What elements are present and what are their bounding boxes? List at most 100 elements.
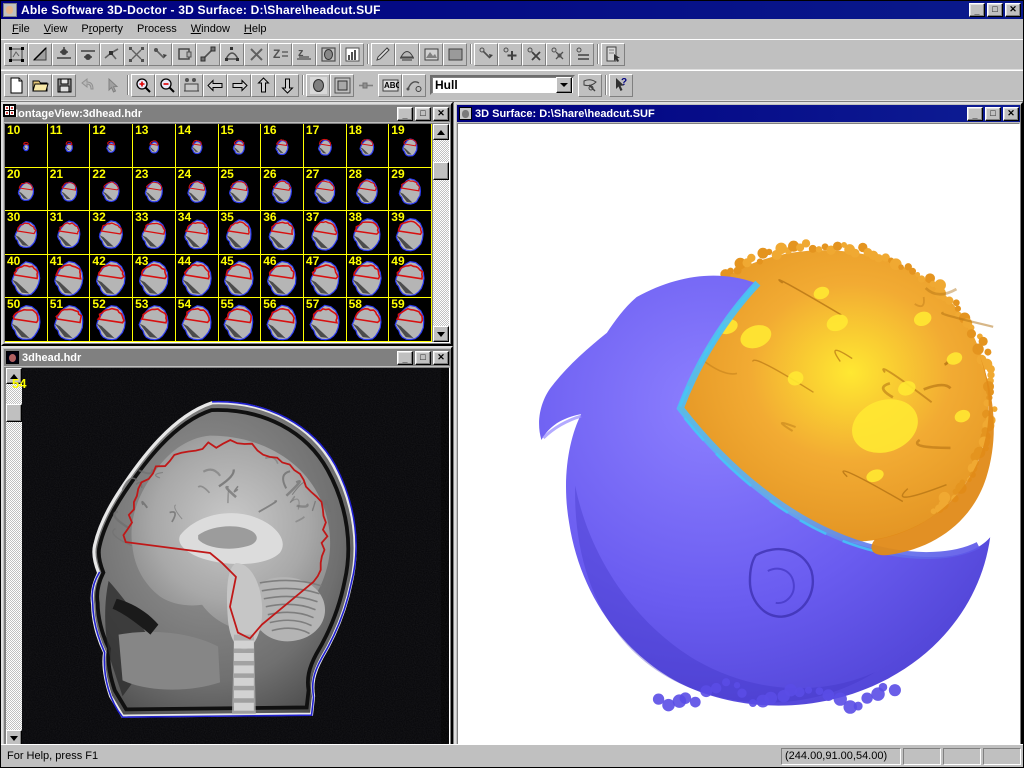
previous-slice-icon[interactable] bbox=[203, 73, 227, 97]
montage-grid[interactable]: 10 11 12 13 14 15 16 17 18 19 20 21 22 23 24 25 26 27 28 29… bbox=[5, 124, 432, 342]
montage-cell[interactable]: 56 bbox=[261, 298, 304, 342]
montage-scroll-up-button[interactable] bbox=[433, 124, 449, 140]
montage-minimize-button[interactable]: _ bbox=[397, 106, 413, 121]
montage-cell[interactable]: 32 bbox=[90, 211, 134, 255]
zoom-out-icon[interactable] bbox=[155, 73, 179, 97]
maximize-button[interactable]: □ bbox=[987, 3, 1003, 17]
montage-cell[interactable]: 25 bbox=[218, 167, 262, 212]
montage-scroll-thumb[interactable] bbox=[433, 162, 449, 180]
slice-scroll-thumb[interactable] bbox=[6, 404, 22, 422]
menu-file[interactable]: File bbox=[5, 21, 37, 37]
montage-canvas[interactable]: 10 11 12 13 14 15 16 17 18 19 20 21 22 23 24 25 26 27 28 29… bbox=[5, 124, 432, 342]
vector-edit-icon[interactable] bbox=[402, 73, 426, 97]
point-move-icon[interactable] bbox=[546, 42, 570, 66]
montage-cell[interactable]: 11 bbox=[47, 124, 91, 168]
z-align-icon[interactable]: z bbox=[292, 42, 316, 66]
montage-cell[interactable]: 53 bbox=[133, 298, 176, 342]
montage-cell[interactable]: 37 bbox=[303, 211, 347, 255]
surface-window-titlebar[interactable]: 3D Surface: D:\Share\headcut.SUF _ □ ✕ bbox=[457, 105, 1020, 122]
slice-down-icon[interactable] bbox=[275, 73, 299, 97]
menu-window[interactable]: Window bbox=[184, 21, 237, 37]
slice-maximize-button[interactable]: □ bbox=[415, 350, 431, 365]
brain-object-icon[interactable] bbox=[306, 73, 330, 97]
montage-cell[interactable]: 58 bbox=[346, 298, 390, 342]
montage-cell[interactable]: 45 bbox=[218, 254, 262, 299]
montage-cell[interactable]: 44 bbox=[175, 254, 219, 299]
menu-help[interactable]: Help bbox=[237, 21, 274, 37]
image-view-icon[interactable] bbox=[419, 42, 443, 66]
montage-scroll-track[interactable] bbox=[433, 140, 449, 326]
montage-cell[interactable]: 40 bbox=[5, 254, 48, 299]
montage-cell[interactable]: 26 bbox=[261, 167, 304, 212]
surface-minimize-button[interactable]: _ bbox=[967, 106, 983, 121]
open-file-icon[interactable] bbox=[28, 73, 52, 97]
montage-cell[interactable]: 16 bbox=[261, 124, 304, 168]
montage-cell[interactable]: 23 bbox=[133, 167, 176, 212]
new-file-icon[interactable] bbox=[4, 73, 28, 97]
montage-cell[interactable]: 46 bbox=[261, 254, 304, 299]
slice-up-icon[interactable] bbox=[251, 73, 275, 97]
montage-cell[interactable]: 18 bbox=[346, 124, 390, 168]
montage-cell[interactable]: 34 bbox=[175, 211, 219, 255]
slice-view-window[interactable]: 3dhead.hdr _ □ ✕ 54 bbox=[1, 346, 453, 744]
remove-point-icon[interactable] bbox=[76, 42, 100, 66]
montage-cell[interactable]: 41 bbox=[47, 254, 91, 299]
surface-render-icon[interactable] bbox=[395, 42, 419, 66]
point-delete-icon[interactable] bbox=[522, 42, 546, 66]
montage-cell[interactable]: 33 bbox=[133, 211, 176, 255]
trace-boundary-icon[interactable] bbox=[148, 42, 172, 66]
histogram-icon[interactable] bbox=[340, 42, 364, 66]
measure-distance-icon[interactable] bbox=[196, 42, 220, 66]
rectangle-roi-icon[interactable] bbox=[172, 42, 196, 66]
zoom-in-icon[interactable] bbox=[131, 73, 155, 97]
z-sort-icon[interactable]: Z bbox=[268, 42, 292, 66]
montage-cell[interactable]: 59 bbox=[389, 298, 432, 342]
object-properties-icon[interactable] bbox=[578, 73, 602, 97]
slice-scroll-down-button[interactable] bbox=[6, 730, 22, 744]
edit-polyline-icon[interactable] bbox=[100, 42, 124, 66]
menu-process[interactable]: Process bbox=[130, 21, 184, 37]
delete-object-icon[interactable] bbox=[244, 42, 268, 66]
montage-cell[interactable]: 49 bbox=[389, 254, 432, 299]
close-button[interactable]: ✕ bbox=[1005, 3, 1021, 17]
undo-icon[interactable] bbox=[76, 73, 100, 97]
montage-cell[interactable]: 10 bbox=[5, 124, 48, 168]
menu-property[interactable]: Property bbox=[74, 21, 130, 37]
split-boundary-icon[interactable] bbox=[124, 42, 148, 66]
montage-cell[interactable]: 50 bbox=[5, 298, 48, 342]
slice-canvas[interactable]: 54 bbox=[5, 368, 449, 744]
abc-label-icon[interactable]: ABC bbox=[378, 73, 402, 97]
select-object-icon[interactable] bbox=[4, 42, 28, 66]
montage-cell[interactable]: 28 bbox=[346, 167, 390, 212]
fill-region-icon[interactable] bbox=[443, 42, 467, 66]
montage-cell[interactable]: 35 bbox=[218, 211, 262, 255]
add-point-icon[interactable] bbox=[52, 42, 76, 66]
montage-cell[interactable]: 27 bbox=[303, 167, 347, 212]
montage-close-button[interactable]: ✕ bbox=[433, 106, 449, 121]
surface-3d-window[interactable]: 3D Surface: D:\Share\headcut.SUF _ □ ✕ bbox=[454, 102, 1023, 744]
montage-cell[interactable]: 24 bbox=[175, 167, 219, 212]
region-grow-icon[interactable] bbox=[316, 42, 340, 66]
montage-cell[interactable]: 17 bbox=[303, 124, 347, 168]
montage-window-titlebar[interactable]: MontageView:3dhead.hdr _ □ ✕ bbox=[3, 104, 450, 122]
montage-cell[interactable]: 47 bbox=[303, 254, 347, 299]
montage-view-icon[interactable] bbox=[330, 73, 354, 97]
montage-cell[interactable]: 57 bbox=[303, 298, 347, 342]
surface-canvas[interactable] bbox=[458, 124, 1019, 744]
slice-scroll-track[interactable] bbox=[6, 384, 22, 730]
montage-cell[interactable]: 52 bbox=[90, 298, 134, 342]
next-slice-icon[interactable] bbox=[227, 73, 251, 97]
measure-area-icon[interactable] bbox=[220, 42, 244, 66]
chevron-down-icon[interactable] bbox=[556, 77, 572, 93]
pencil-draw-icon[interactable] bbox=[371, 42, 395, 66]
montage-cell[interactable]: 39 bbox=[389, 211, 432, 255]
montage-cell[interactable]: 38 bbox=[346, 211, 390, 255]
montage-cell[interactable]: 21 bbox=[47, 167, 91, 212]
montage-cell[interactable]: 19 bbox=[389, 124, 432, 168]
point-add-icon[interactable] bbox=[498, 42, 522, 66]
montage-maximize-button[interactable]: □ bbox=[415, 106, 431, 121]
context-help-icon[interactable]: ? bbox=[609, 73, 633, 97]
montage-cell[interactable]: 36 bbox=[261, 211, 304, 255]
montage-cell[interactable]: 13 bbox=[133, 124, 176, 168]
montage-cell[interactable]: 20 bbox=[5, 167, 48, 212]
